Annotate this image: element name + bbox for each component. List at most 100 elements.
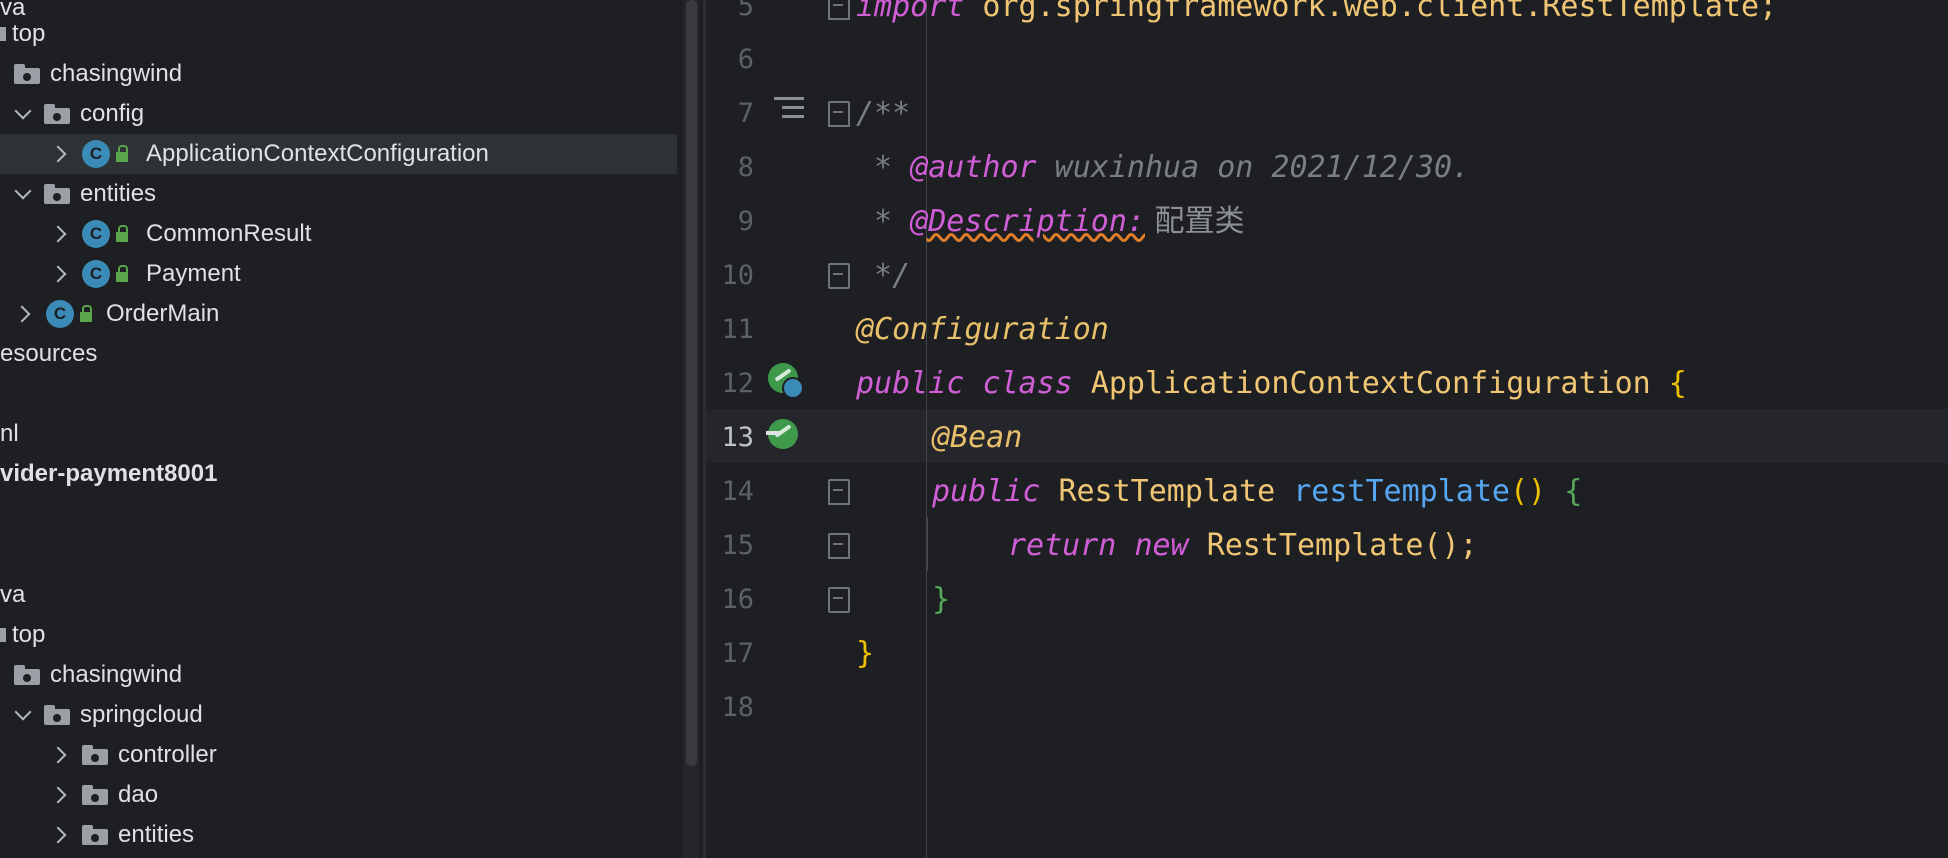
javadoc-tag-warning: @Description: bbox=[910, 204, 1145, 239]
tree-item-label: esources bbox=[0, 340, 98, 367]
code-line-5[interactable]: import org.springframework.web.client.Re… bbox=[856, 0, 1777, 34]
class-icon: C bbox=[82, 220, 110, 248]
folder-icon bbox=[82, 745, 108, 765]
folder-icon bbox=[0, 628, 6, 642]
tree-item-resources[interactable]: esources bbox=[0, 334, 677, 374]
constructor-call: RestTemplate(); bbox=[1206, 528, 1478, 563]
chevron-right-icon[interactable] bbox=[52, 746, 70, 764]
structure-icon[interactable] bbox=[774, 97, 804, 127]
line-number: 7 bbox=[737, 98, 754, 129]
tree-item-label: nl bbox=[0, 420, 19, 447]
folder-icon bbox=[82, 785, 108, 805]
comment-star: * bbox=[856, 150, 911, 185]
tree-item-module[interactable]: vider-payment8001 bbox=[0, 454, 677, 494]
code-line-14[interactable]: public RestTemplate restTemplate() { bbox=[932, 465, 1582, 519]
chevron-right-icon[interactable] bbox=[52, 826, 70, 844]
tree-item-label: entities bbox=[80, 180, 157, 207]
line-number: 17 bbox=[721, 638, 754, 669]
code-line-17[interactable]: } bbox=[856, 627, 874, 681]
code-editor[interactable]: 5 6 7 8 9 10 11 12 13 14 15 16 17 18 imp… bbox=[706, 0, 1948, 858]
chevron-right-icon[interactable] bbox=[52, 265, 70, 283]
code-line-7[interactable]: /** bbox=[856, 87, 910, 141]
chevron-right-icon[interactable] bbox=[52, 145, 70, 163]
line-number: 10 bbox=[721, 260, 754, 291]
folder-icon bbox=[14, 665, 40, 685]
code-line-12[interactable]: public class ApplicationContextConfigura… bbox=[856, 357, 1687, 411]
lock-icon bbox=[116, 145, 128, 162]
tree-item-label: va bbox=[0, 581, 26, 608]
spring-boot-run-class-icon: C bbox=[46, 300, 74, 328]
tree-item-dao[interactable]: dao bbox=[0, 775, 677, 815]
javadoc-tag: @author bbox=[910, 150, 1037, 185]
line-number: 12 bbox=[721, 368, 754, 399]
code-line-16[interactable]: } bbox=[932, 573, 950, 627]
indent-guide bbox=[926, 0, 927, 858]
chevron-down-icon[interactable] bbox=[14, 105, 32, 123]
tree-item-entities[interactable]: entities bbox=[0, 815, 677, 855]
code-line-13[interactable]: @Bean bbox=[932, 411, 1022, 465]
chevron-right-icon[interactable] bbox=[16, 305, 34, 323]
brace: { bbox=[1564, 474, 1583, 509]
line-number: 11 bbox=[721, 314, 754, 345]
tree-item-applicationcontextconfiguration[interactable]: C ApplicationContextConfiguration bbox=[0, 134, 677, 174]
tree-item-springcloud[interactable]: springcloud bbox=[0, 695, 677, 735]
tree-item-payment[interactable]: C Payment bbox=[0, 254, 677, 294]
tree-item-label: OrderMain bbox=[106, 300, 220, 327]
tree-item-xml[interactable]: nl bbox=[0, 414, 677, 454]
code-line-11[interactable]: @Configuration bbox=[856, 303, 1109, 357]
folder-icon bbox=[14, 64, 40, 84]
tree-item-chasingwind[interactable]: chasingwind bbox=[0, 54, 677, 94]
sidebar-scrollbar-thumb[interactable] bbox=[686, 0, 697, 766]
fold-icon[interactable] bbox=[828, 533, 850, 559]
keyword: new bbox=[1134, 528, 1189, 563]
tree-item-label: springcloud bbox=[80, 701, 203, 728]
tree-item-label: chasingwind bbox=[50, 661, 183, 688]
tree-item-chasingwind[interactable]: chasingwind bbox=[0, 655, 677, 695]
chevron-down-icon[interactable] bbox=[14, 706, 32, 724]
tree-item-ordermain[interactable]: C OrderMain bbox=[0, 294, 677, 334]
folder-icon bbox=[44, 705, 70, 725]
tree-item-entities[interactable]: entities bbox=[0, 174, 677, 214]
line-number: 5 bbox=[737, 0, 754, 22]
keyword: import bbox=[856, 0, 965, 24]
line-number: 16 bbox=[721, 584, 754, 615]
tree-item-controller[interactable]: controller bbox=[0, 735, 677, 775]
line-number: 15 bbox=[721, 530, 754, 561]
current-line-highlight bbox=[706, 409, 1948, 463]
comment-text: wuxinhua on 2021/12/30. bbox=[1036, 150, 1471, 185]
tree-item-label: vider-payment8001 bbox=[0, 460, 218, 487]
fold-icon[interactable] bbox=[828, 479, 850, 505]
folder-icon bbox=[82, 825, 108, 845]
class-icon: C bbox=[82, 140, 110, 168]
tree-item-label: controller bbox=[118, 741, 217, 768]
code-line-9[interactable]: * @Description: 配置类 bbox=[856, 195, 1245, 249]
code-line-8[interactable]: * @author wuxinhua on 2021/12/30. bbox=[856, 141, 1470, 195]
tree-item-label: top bbox=[12, 621, 46, 648]
code-line-15[interactable]: return new RestTemplate(); bbox=[1008, 519, 1478, 573]
tree-item-label: dao bbox=[118, 781, 159, 808]
tree-item-top[interactable]: top bbox=[0, 615, 677, 655]
line-number: 14 bbox=[721, 476, 754, 507]
line-number-current: 13 bbox=[721, 422, 754, 453]
method-name: restTemplate bbox=[1293, 474, 1510, 509]
tree-item-config[interactable]: config bbox=[0, 94, 677, 134]
keyword: public bbox=[856, 366, 965, 401]
chevron-right-icon[interactable] bbox=[52, 225, 70, 243]
fold-icon[interactable] bbox=[828, 101, 850, 127]
code-line-10[interactable]: */ bbox=[856, 249, 910, 303]
brace: { bbox=[1668, 366, 1687, 401]
tree-item-commonresult[interactable]: C CommonResult bbox=[0, 214, 677, 254]
folder-icon bbox=[44, 104, 70, 124]
spring-bean-icon[interactable] bbox=[768, 363, 804, 399]
fold-icon[interactable] bbox=[828, 0, 850, 20]
chevron-down-icon[interactable] bbox=[14, 185, 32, 203]
fold-icon[interactable] bbox=[828, 587, 850, 613]
tree-item-top[interactable]: top bbox=[0, 14, 677, 54]
fold-icon[interactable] bbox=[828, 263, 850, 289]
line-number: 8 bbox=[737, 152, 754, 183]
tree-item-java[interactable]: va bbox=[0, 575, 677, 615]
chevron-right-icon[interactable] bbox=[52, 786, 70, 804]
spring-bean-navigate-icon[interactable] bbox=[766, 419, 798, 449]
folder-icon bbox=[0, 27, 6, 41]
tree-item-label: CommonResult bbox=[146, 220, 312, 247]
